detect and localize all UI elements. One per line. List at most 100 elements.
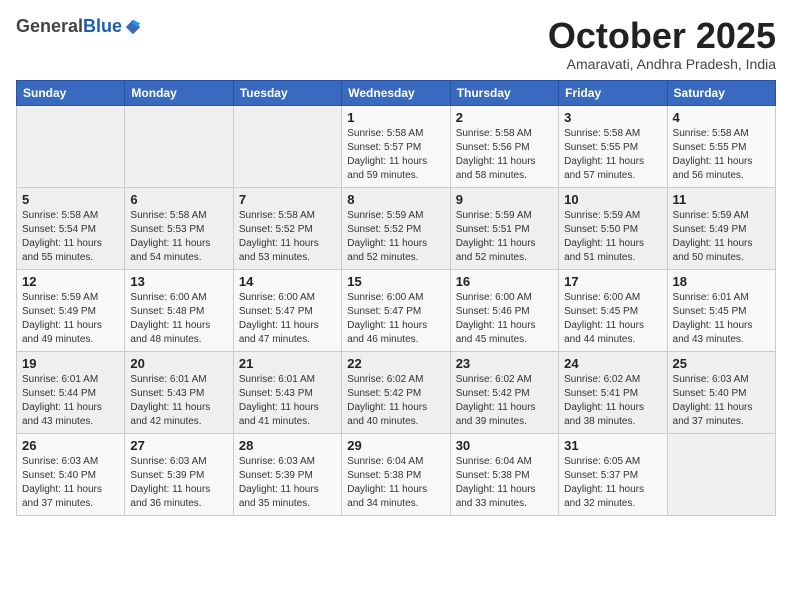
calendar-cell: 4 Sunrise: 5:58 AM Sunset: 5:55 PM Daylig… bbox=[667, 105, 775, 187]
cell-info: Sunrise: 5:58 AM Sunset: 5:55 PM Dayligh… bbox=[564, 127, 661, 183]
calendar-cell: 22Sunrise: 6:02 AM Sunset: 5:42 PM Dayli… bbox=[342, 351, 450, 433]
calendar-week-row: 26Sunrise: 6:03 AM Sunset: 5:40 PM Dayli… bbox=[17, 433, 776, 515]
calendar-header-row: SundayMondayTuesdayWednesdayThursdayFrid… bbox=[17, 80, 776, 105]
calendar-cell: 13 Sunrise: 6:00 AM Sunset: 5:48 PM Dayli… bbox=[125, 269, 233, 351]
cell-info: Sunrise: 6:00 AM Sunset: 5:47 PM Dayligh… bbox=[239, 291, 336, 347]
cell-info: Sunrise: 6:05 AM Sunset: 5:37 PM Dayligh… bbox=[564, 455, 661, 511]
calendar-header-wednesday: Wednesday bbox=[342, 80, 450, 105]
calendar-cell: 24 Sunrise: 6:02 AM Sunset: 5:41 PM Dayli… bbox=[559, 351, 667, 433]
calendar-cell bbox=[17, 105, 125, 187]
cell-info: Sunrise: 6:03 AM Sunset: 5:39 PM Dayligh… bbox=[130, 455, 227, 511]
calendar-cell bbox=[667, 433, 775, 515]
calendar-cell: 10 Sunrise: 5:59 AM Sunset: 5:50 PM Dayli… bbox=[559, 187, 667, 269]
day-number: 2 bbox=[456, 110, 553, 125]
day-number: 8 bbox=[347, 192, 444, 207]
month-title: October 2025 bbox=[548, 16, 776, 56]
day-number: 13 bbox=[130, 274, 227, 289]
logo: GeneralBlue bbox=[16, 16, 142, 37]
cell-info: Sunrise: 6:00 AM Sunset: 5:48 PM Dayligh… bbox=[130, 291, 227, 347]
day-number: 21 bbox=[239, 356, 336, 371]
day-number: 7 bbox=[239, 192, 336, 207]
day-number: 18 bbox=[673, 274, 770, 289]
cell-info: Sunrise: 5:59 AM Sunset: 5:49 PM Dayligh… bbox=[22, 291, 119, 347]
calendar-cell: 7 Sunrise: 5:58 AM Sunset: 5:52 PM Daylig… bbox=[233, 187, 341, 269]
calendar-cell: 29Sunrise: 6:04 AM Sunset: 5:38 PM Dayli… bbox=[342, 433, 450, 515]
calendar-cell: 1 Sunrise: 5:58 AM Sunset: 5:57 PM Daylig… bbox=[342, 105, 450, 187]
day-number: 25 bbox=[673, 356, 770, 371]
page-container: GeneralBlue October 2025 Amaravati, Andh… bbox=[0, 0, 792, 524]
logo-blue: Blue bbox=[83, 16, 122, 37]
calendar-cell: 3 Sunrise: 5:58 AM Sunset: 5:55 PM Daylig… bbox=[559, 105, 667, 187]
calendar-cell: 20Sunrise: 6:01 AM Sunset: 5:43 PM Dayli… bbox=[125, 351, 233, 433]
logo-icon bbox=[124, 18, 142, 36]
logo-general: General bbox=[16, 16, 83, 37]
calendar-cell bbox=[125, 105, 233, 187]
cell-info: Sunrise: 5:58 AM Sunset: 5:55 PM Dayligh… bbox=[673, 127, 770, 183]
calendar-cell: 25Sunrise: 6:03 AM Sunset: 5:40 PM Dayli… bbox=[667, 351, 775, 433]
day-number: 16 bbox=[456, 274, 553, 289]
calendar-cell bbox=[233, 105, 341, 187]
cell-info: Sunrise: 6:02 AM Sunset: 5:41 PM Dayligh… bbox=[564, 373, 661, 429]
calendar-header-tuesday: Tuesday bbox=[233, 80, 341, 105]
calendar-cell: 9 Sunrise: 5:59 AM Sunset: 5:51 PM Daylig… bbox=[450, 187, 558, 269]
calendar-cell: 8 Sunrise: 5:59 AM Sunset: 5:52 PM Daylig… bbox=[342, 187, 450, 269]
title-block: October 2025 Amaravati, Andhra Pradesh, … bbox=[548, 16, 776, 72]
cell-info: Sunrise: 5:58 AM Sunset: 5:54 PM Dayligh… bbox=[22, 209, 119, 265]
calendar-cell: 28Sunrise: 6:03 AM Sunset: 5:39 PM Dayli… bbox=[233, 433, 341, 515]
subtitle: Amaravati, Andhra Pradesh, India bbox=[548, 56, 776, 72]
day-number: 14 bbox=[239, 274, 336, 289]
day-number: 31 bbox=[564, 438, 661, 453]
cell-info: Sunrise: 6:01 AM Sunset: 5:43 PM Dayligh… bbox=[130, 373, 227, 429]
day-number: 27 bbox=[130, 438, 227, 453]
day-number: 11 bbox=[673, 192, 770, 207]
calendar-header-saturday: Saturday bbox=[667, 80, 775, 105]
cell-info: Sunrise: 6:02 AM Sunset: 5:42 PM Dayligh… bbox=[347, 373, 444, 429]
cell-info: Sunrise: 5:59 AM Sunset: 5:52 PM Dayligh… bbox=[347, 209, 444, 265]
calendar-table: SundayMondayTuesdayWednesdayThursdayFrid… bbox=[16, 80, 776, 516]
calendar-week-row: 12Sunrise: 5:59 AM Sunset: 5:49 PM Dayli… bbox=[17, 269, 776, 351]
calendar-cell: 11 Sunrise: 5:59 AM Sunset: 5:49 PM Dayli… bbox=[667, 187, 775, 269]
cell-info: Sunrise: 6:00 AM Sunset: 5:46 PM Dayligh… bbox=[456, 291, 553, 347]
calendar-header-friday: Friday bbox=[559, 80, 667, 105]
calendar-cell: 30Sunrise: 6:04 AM Sunset: 5:38 PM Dayli… bbox=[450, 433, 558, 515]
day-number: 1 bbox=[347, 110, 444, 125]
day-number: 9 bbox=[456, 192, 553, 207]
cell-info: Sunrise: 5:59 AM Sunset: 5:51 PM Dayligh… bbox=[456, 209, 553, 265]
cell-info: Sunrise: 6:01 AM Sunset: 5:43 PM Dayligh… bbox=[239, 373, 336, 429]
calendar-cell: 31 Sunrise: 6:05 AM Sunset: 5:37 PM Dayli… bbox=[559, 433, 667, 515]
calendar-cell: 23 Sunrise: 6:02 AM Sunset: 5:42 PM Dayli… bbox=[450, 351, 558, 433]
calendar-cell: 21 Sunrise: 6:01 AM Sunset: 5:43 PM Dayli… bbox=[233, 351, 341, 433]
calendar-week-row: 5Sunrise: 5:58 AM Sunset: 5:54 PM Daylig… bbox=[17, 187, 776, 269]
cell-info: Sunrise: 5:58 AM Sunset: 5:57 PM Dayligh… bbox=[347, 127, 444, 183]
day-number: 23 bbox=[456, 356, 553, 371]
calendar-header-thursday: Thursday bbox=[450, 80, 558, 105]
day-number: 3 bbox=[564, 110, 661, 125]
logo-text: GeneralBlue bbox=[16, 16, 142, 37]
cell-info: Sunrise: 5:59 AM Sunset: 5:49 PM Dayligh… bbox=[673, 209, 770, 265]
calendar-cell: 17Sunrise: 6:00 AM Sunset: 5:45 PM Dayli… bbox=[559, 269, 667, 351]
calendar-cell: 5Sunrise: 5:58 AM Sunset: 5:54 PM Daylig… bbox=[17, 187, 125, 269]
day-number: 19 bbox=[22, 356, 119, 371]
calendar-header-monday: Monday bbox=[125, 80, 233, 105]
cell-info: Sunrise: 5:58 AM Sunset: 5:52 PM Dayligh… bbox=[239, 209, 336, 265]
calendar-cell: 6 Sunrise: 5:58 AM Sunset: 5:53 PM Daylig… bbox=[125, 187, 233, 269]
header: GeneralBlue October 2025 Amaravati, Andh… bbox=[16, 16, 776, 72]
calendar-week-row: 1 Sunrise: 5:58 AM Sunset: 5:57 PM Daylig… bbox=[17, 105, 776, 187]
cell-info: Sunrise: 5:59 AM Sunset: 5:50 PM Dayligh… bbox=[564, 209, 661, 265]
day-number: 6 bbox=[130, 192, 227, 207]
day-number: 24 bbox=[564, 356, 661, 371]
day-number: 29 bbox=[347, 438, 444, 453]
calendar-cell: 16 Sunrise: 6:00 AM Sunset: 5:46 PM Dayli… bbox=[450, 269, 558, 351]
cell-info: Sunrise: 5:58 AM Sunset: 5:56 PM Dayligh… bbox=[456, 127, 553, 183]
cell-info: Sunrise: 6:00 AM Sunset: 5:45 PM Dayligh… bbox=[564, 291, 661, 347]
day-number: 15 bbox=[347, 274, 444, 289]
cell-info: Sunrise: 5:58 AM Sunset: 5:53 PM Dayligh… bbox=[130, 209, 227, 265]
cell-info: Sunrise: 6:02 AM Sunset: 5:42 PM Dayligh… bbox=[456, 373, 553, 429]
calendar-week-row: 19Sunrise: 6:01 AM Sunset: 5:44 PM Dayli… bbox=[17, 351, 776, 433]
day-number: 26 bbox=[22, 438, 119, 453]
calendar-cell: 12Sunrise: 5:59 AM Sunset: 5:49 PM Dayli… bbox=[17, 269, 125, 351]
day-number: 10 bbox=[564, 192, 661, 207]
calendar-cell: 2 Sunrise: 5:58 AM Sunset: 5:56 PM Daylig… bbox=[450, 105, 558, 187]
day-number: 4 bbox=[673, 110, 770, 125]
calendar-cell: 26Sunrise: 6:03 AM Sunset: 5:40 PM Dayli… bbox=[17, 433, 125, 515]
